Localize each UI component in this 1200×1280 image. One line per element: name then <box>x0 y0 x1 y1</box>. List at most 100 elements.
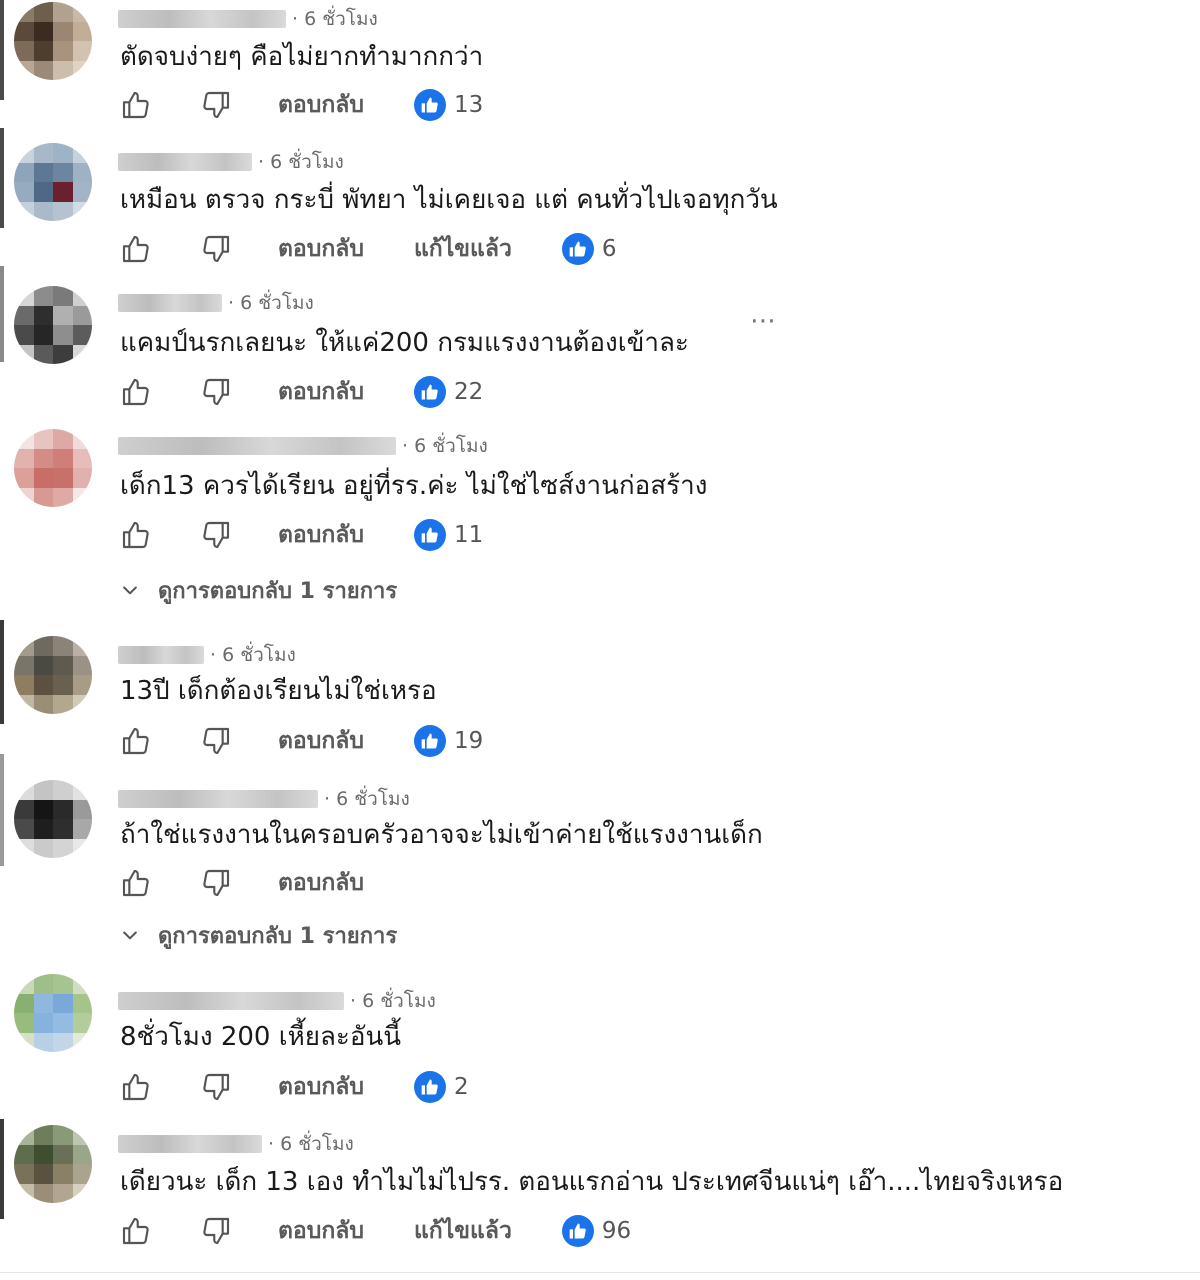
like-count-value: 6 <box>601 236 617 262</box>
thread-rail <box>0 1119 4 1219</box>
avatar[interactable] <box>14 2 92 80</box>
view-replies-button[interactable]: ดูการตอบกลับ 1 รายการ <box>120 575 397 605</box>
comment-time: · 6 ชั่วโมง <box>268 1133 354 1155</box>
comment-meta: · 6 ชั่วโมง <box>118 433 488 459</box>
reply-button[interactable]: ตอบกลับ <box>278 1213 364 1249</box>
comment-time: · 6 ชั่วโมง <box>402 435 488 457</box>
comment-meta: · 6 ชั่วโมง <box>118 642 296 668</box>
thumbs-down-outline-icon[interactable] <box>198 231 234 267</box>
comment-actions: ตอบกลับ 19 <box>118 721 483 761</box>
thumbs-down-outline-icon[interactable] <box>198 1213 234 1249</box>
comment-text: ตัดจบง่ายๆ คือไม่ยากทำมากกว่า <box>120 42 484 72</box>
like-count-value: 19 <box>453 728 484 754</box>
thumbs-up-outline-icon[interactable] <box>118 374 154 410</box>
chevron-down-icon <box>123 931 137 940</box>
thumbs-up-outline-icon[interactable] <box>118 1213 154 1249</box>
like-count: 2 <box>413 1071 469 1103</box>
thumbs-down-outline-icon[interactable] <box>198 374 234 410</box>
like-count: 96 <box>561 1215 632 1247</box>
comment-meta: · 6 ชั่วโมง <box>118 290 314 316</box>
reply-button[interactable]: ตอบกลับ <box>278 865 364 901</box>
blurred-username[interactable] <box>118 294 222 312</box>
thumbs-up-outline-icon[interactable] <box>118 517 154 553</box>
reply-button[interactable]: ตอบกลับ <box>278 1069 364 1105</box>
thread-rail <box>0 754 4 866</box>
comment-meta: · 6 ชั่วโมง <box>118 1131 354 1157</box>
blurred-username[interactable] <box>118 790 318 808</box>
avatar[interactable] <box>14 1125 92 1203</box>
blurred-username[interactable] <box>118 646 204 664</box>
blurred-username[interactable] <box>118 437 396 455</box>
blurred-username[interactable] <box>118 10 286 28</box>
avatar[interactable] <box>14 636 92 714</box>
comment-time: · 6 ชั่วโมง <box>292 8 378 30</box>
comment-actions: ตอบกลับ แก้ไขแล้ว 6 <box>118 229 617 269</box>
comment-actions: ตอบกลับ 2 <box>118 1067 469 1107</box>
comment-actions: ตอบกลับ 11 <box>118 515 483 555</box>
comment-actions: ตอบกลับ <box>118 863 414 903</box>
thumbs-down-outline-icon[interactable] <box>198 723 234 759</box>
avatar[interactable] <box>14 974 92 1052</box>
thumbs-up-outline-icon[interactable] <box>118 1069 154 1105</box>
comment-time: · 6 ชั่วโมง <box>228 292 314 314</box>
blue-like-badge-icon <box>413 725 446 757</box>
blue-like-badge-icon <box>561 233 594 265</box>
blue-like-badge-icon <box>413 376 446 408</box>
comment-text: เดียวนะ เด็ก 13 เอง ทำไมไม่ไปรร. ตอนแรกอ… <box>120 1167 1064 1197</box>
reply-button[interactable]: ตอบกลับ <box>278 231 364 267</box>
like-count-value: 13 <box>453 92 484 118</box>
comment-time: · 6 ชั่วโมง <box>350 990 436 1012</box>
comment-meta: · 6 ชั่วโมง <box>118 149 344 175</box>
comment-meta: · 6 ชั่วโมง <box>118 6 378 32</box>
blurred-username[interactable] <box>118 153 252 171</box>
thumbs-up-outline-icon[interactable] <box>118 865 154 901</box>
thread-rail <box>0 266 4 362</box>
like-count: 11 <box>413 519 484 551</box>
reply-button[interactable]: ตอบกลับ <box>278 87 364 123</box>
like-count: 6 <box>561 233 617 265</box>
edited-label: แก้ไขแล้ว <box>413 236 512 262</box>
blue-like-badge-icon <box>413 89 446 121</box>
comment-actions: ตอบกลับ 22 <box>118 372 483 412</box>
reply-button[interactable]: ตอบกลับ <box>278 517 364 553</box>
comment-text: 13ปี เด็กต้องเรียนไม่ใช่เหรอ <box>120 676 437 706</box>
reply-button[interactable]: ตอบกลับ <box>278 374 364 410</box>
reply-button[interactable]: ตอบกลับ <box>278 723 364 759</box>
comment-actions: ตอบกลับ แก้ไขแล้ว 96 <box>118 1211 631 1251</box>
blue-like-badge-icon <box>413 1071 446 1103</box>
comment-text: 8ชั่วโมง 200 เหี้ยละอันนี้ <box>120 1022 402 1052</box>
thumbs-up-outline-icon[interactable] <box>118 87 154 123</box>
thread-rail <box>0 128 4 228</box>
comment-actions: ตอบกลับ 13 <box>118 85 483 125</box>
comment-text: ถ้าใช่แรงงานในครอบครัวอาจจะไม่เข้าค่ายใช… <box>120 820 763 850</box>
thumbs-up-outline-icon[interactable] <box>118 723 154 759</box>
like-count: 13 <box>413 89 484 121</box>
avatar[interactable] <box>14 780 92 858</box>
avatar[interactable] <box>14 286 92 364</box>
view-replies-label: ดูการตอบกลับ 1 รายการ <box>158 578 398 604</box>
more-options-icon[interactable]: ⋯ <box>750 306 777 336</box>
view-replies-button[interactable]: ดูการตอบกลับ 1 รายการ <box>120 920 397 950</box>
avatar[interactable] <box>14 429 92 507</box>
avatar[interactable] <box>14 143 92 221</box>
comment-meta: · 6 ชั่วโมง <box>118 786 410 812</box>
like-count-value: 2 <box>453 1074 469 1100</box>
like-count-value: 11 <box>453 522 484 548</box>
like-count-value: 96 <box>601 1218 632 1244</box>
blue-like-badge-icon <box>561 1215 594 1247</box>
blurred-username[interactable] <box>118 992 344 1010</box>
blurred-username[interactable] <box>118 1135 262 1153</box>
comment-time: · 6 ชั่วโมง <box>210 644 296 666</box>
thumbs-down-outline-icon[interactable] <box>198 517 234 553</box>
thumbs-up-outline-icon[interactable] <box>118 231 154 267</box>
like-count: 19 <box>413 725 484 757</box>
thumbs-down-outline-icon[interactable] <box>198 1069 234 1105</box>
thread-rail <box>0 620 4 724</box>
like-count-value: 22 <box>453 379 484 405</box>
blue-like-badge-icon <box>413 519 446 551</box>
view-replies-label: ดูการตอบกลับ 1 รายการ <box>158 923 398 949</box>
like-count: 22 <box>413 376 484 408</box>
thumbs-down-outline-icon[interactable] <box>198 865 234 901</box>
thumbs-down-outline-icon[interactable] <box>198 87 234 123</box>
comment-meta: · 6 ชั่วโมง <box>118 988 436 1014</box>
